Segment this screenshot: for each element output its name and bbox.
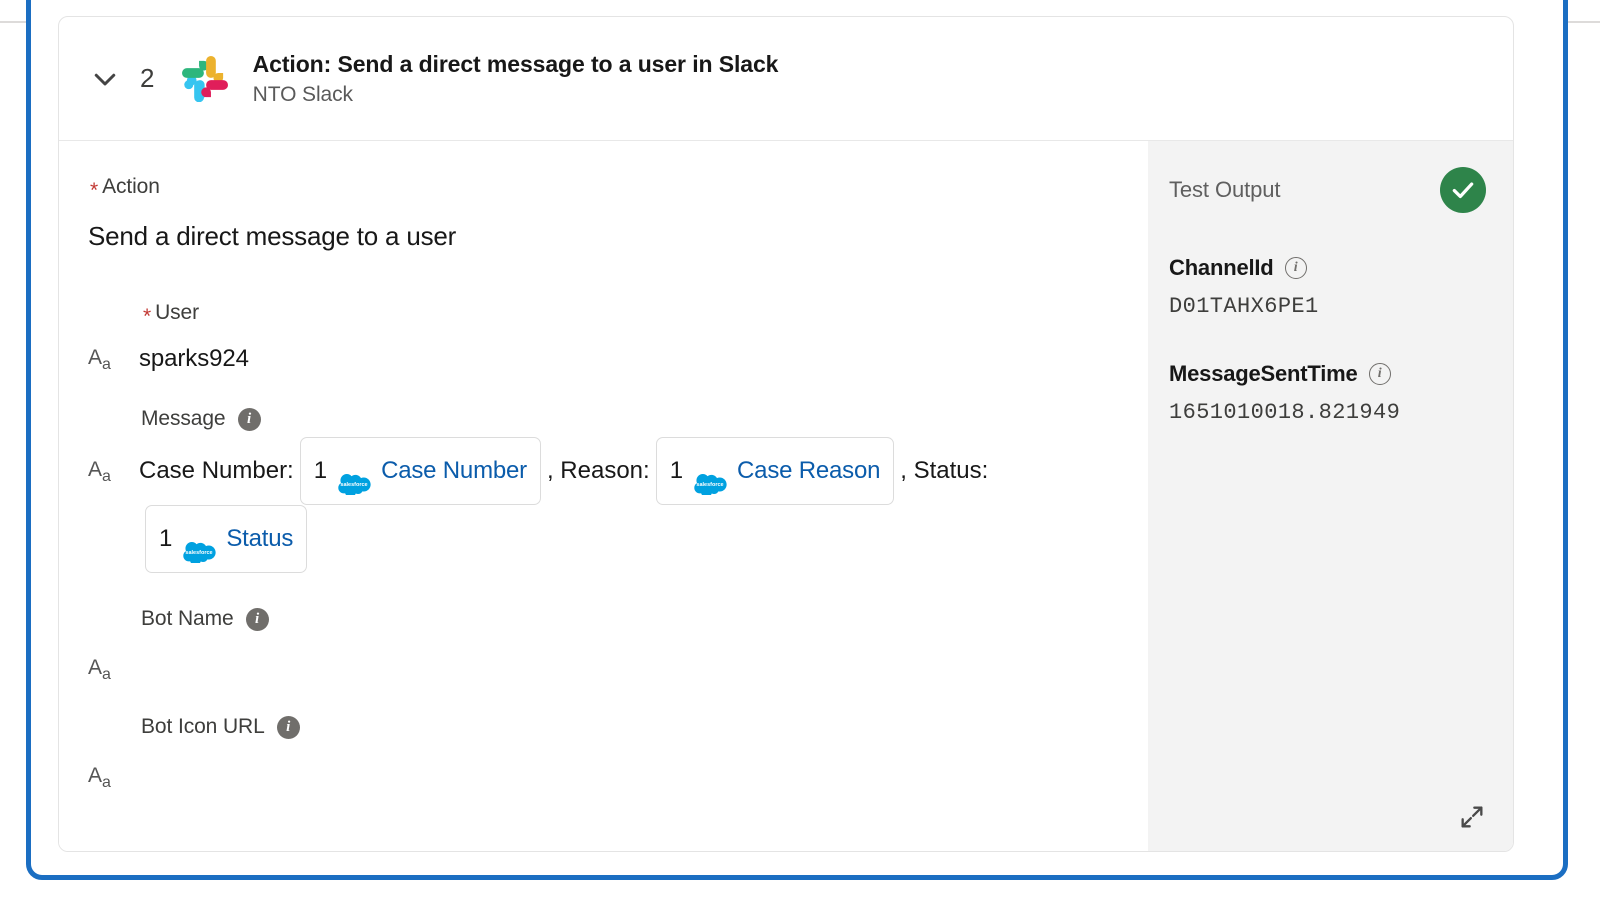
output-field-label: MessageSentTime i [1169,361,1513,387]
text-type-icon: Aa [88,764,111,791]
salesforce-cloud-icon: salesforce [181,528,217,565]
field-bot-name-label: Bot Name i [141,607,1148,631]
field-message-label: Message i [141,407,1148,431]
card-body: * Action Send a direct message to a user… [59,141,1513,851]
salesforce-cloud-icon: salesforce [336,460,372,497]
field-bot-icon-url: Bot Icon URL i Aa [88,715,1148,792]
output-field-messagesenttime: MessageSentTime i 1651010018.821949 [1169,361,1513,425]
output-field-value: D01TAHX6PE1 [1169,294,1319,319]
field-message-value[interactable]: Case Number: 1 salesforce Case Number , … [139,437,1069,573]
required-indicator: * [143,304,152,328]
required-indicator: * [90,178,99,202]
card-subtitle: NTO Slack [252,82,353,106]
svg-text:salesforce: salesforce [186,550,213,556]
test-output-title: Test Output [1169,177,1281,202]
form-pane: * Action Send a direct message to a user… [59,141,1148,851]
field-user-label: * User [143,301,1148,328]
expand-diagonal-icon[interactable] [1458,803,1486,831]
info-icon[interactable]: i [237,407,261,431]
chip-index: 1 [313,457,328,484]
card-header: 2 Action: Send a direct message to a use… [59,17,1513,141]
info-icon[interactable]: i [1368,363,1391,385]
output-field-label: ChannelId i [1169,255,1513,281]
field-action-value[interactable]: Send a direct message to a user [88,221,1148,252]
step-number: 2 [140,63,155,93]
output-field-label-text: MessageSentTime [1169,361,1358,386]
chip-index: 1 [669,457,684,484]
chip-label: Status [226,525,294,552]
info-icon[interactable]: i [1284,257,1307,279]
text-type-icon: Aa [88,656,111,683]
chip-index: 1 [159,525,173,552]
field-action-label: * Action [90,175,1148,202]
svg-text:salesforce: salesforce [696,482,723,488]
field-user-value[interactable]: sparks924 [139,344,249,374]
chevron-down-icon[interactable] [88,62,122,96]
chip-label: Case Reason [737,457,881,484]
output-field-label-text: ChannelId [1169,255,1274,280]
text-type-icon: Aa [88,346,111,373]
card-title: Action: Send a direct message to a user … [252,50,779,77]
output-field-value: 1651010018.821949 [1169,400,1401,425]
field-message-label-text: Message [141,407,226,430]
field-bot-name: Bot Name i Aa [88,607,1148,684]
field-bot-name-label-text: Bot Name [141,607,234,630]
text-type-icon: Aa [88,458,111,485]
svg-text:salesforce: salesforce [340,482,367,488]
field-user: * User Aa sparks924 [88,301,1148,374]
message-text-segment: Case Number: [139,457,294,484]
test-output-pane: Test Output ChannelId i D01TAHX6PE1 Mess… [1148,141,1513,851]
field-bot-icon-url-label-text: Bot Icon URL [141,715,265,738]
slack-logo-icon [181,55,228,102]
merge-field-chip-case-reason[interactable]: 1 salesforce Case Reason [655,437,895,505]
header-text-group: Action: Send a direct message to a user … [253,51,779,107]
test-output-header: Test Output [1169,167,1513,213]
chip-label: Case Number [381,457,527,484]
action-step-card: 2 Action: Send a direct message to a use… [58,16,1514,852]
merge-field-chip-status[interactable]: 1 salesforce Status [145,505,308,573]
merge-field-chip-case-number[interactable]: 1 salesforce Case Number [299,437,541,505]
salesforce-cloud-icon: salesforce [692,460,728,497]
message-text-segment: , Status: [900,457,989,484]
output-field-channelid: ChannelId i D01TAHX6PE1 [1169,255,1513,319]
field-bot-icon-url-label: Bot Icon URL i [141,715,1148,739]
field-action: * Action Send a direct message to a user [88,175,1148,252]
message-text-segment: , Reason: [546,457,650,484]
info-icon[interactable]: i [245,607,269,631]
field-user-label-text: User [155,301,200,324]
success-check-icon [1440,167,1486,213]
info-icon[interactable]: i [276,715,300,739]
screen-root: 2 Action: Send a direct message to a use… [0,0,1600,918]
field-message: Message i Aa Case Number: 1 salesforce C… [88,407,1148,573]
field-action-label-text: Action [102,175,160,198]
